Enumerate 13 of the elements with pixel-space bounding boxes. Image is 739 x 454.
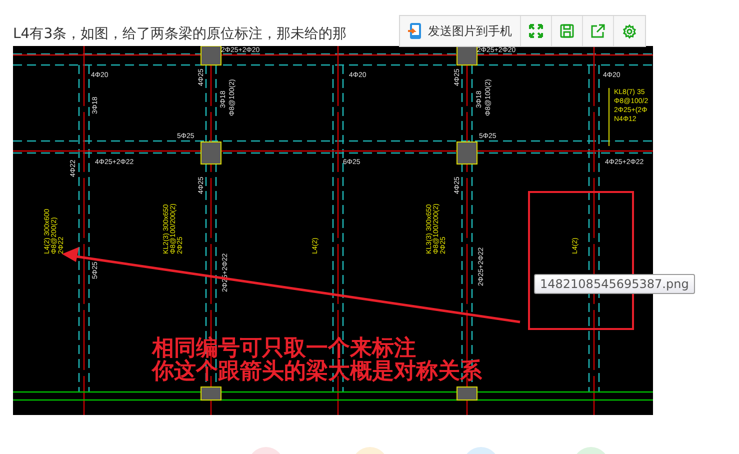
expand-icon [529,24,543,38]
phone-icon [408,22,422,40]
column-block [200,142,222,164]
column-block [456,386,478,400]
column-block [456,142,478,164]
question-text: L4有3条，如图，给了两条梁的原位标注，那未给的那 [13,25,347,44]
filename-tooltip: 1482108545695387.png [534,274,695,294]
settings-icon [622,24,637,38]
share-icon [591,24,605,38]
save-icon [560,24,574,38]
column-block [200,46,222,66]
column-block [200,386,222,400]
annotation-text: 你这个跟箭头的梁大概是对称关系 [152,358,482,384]
